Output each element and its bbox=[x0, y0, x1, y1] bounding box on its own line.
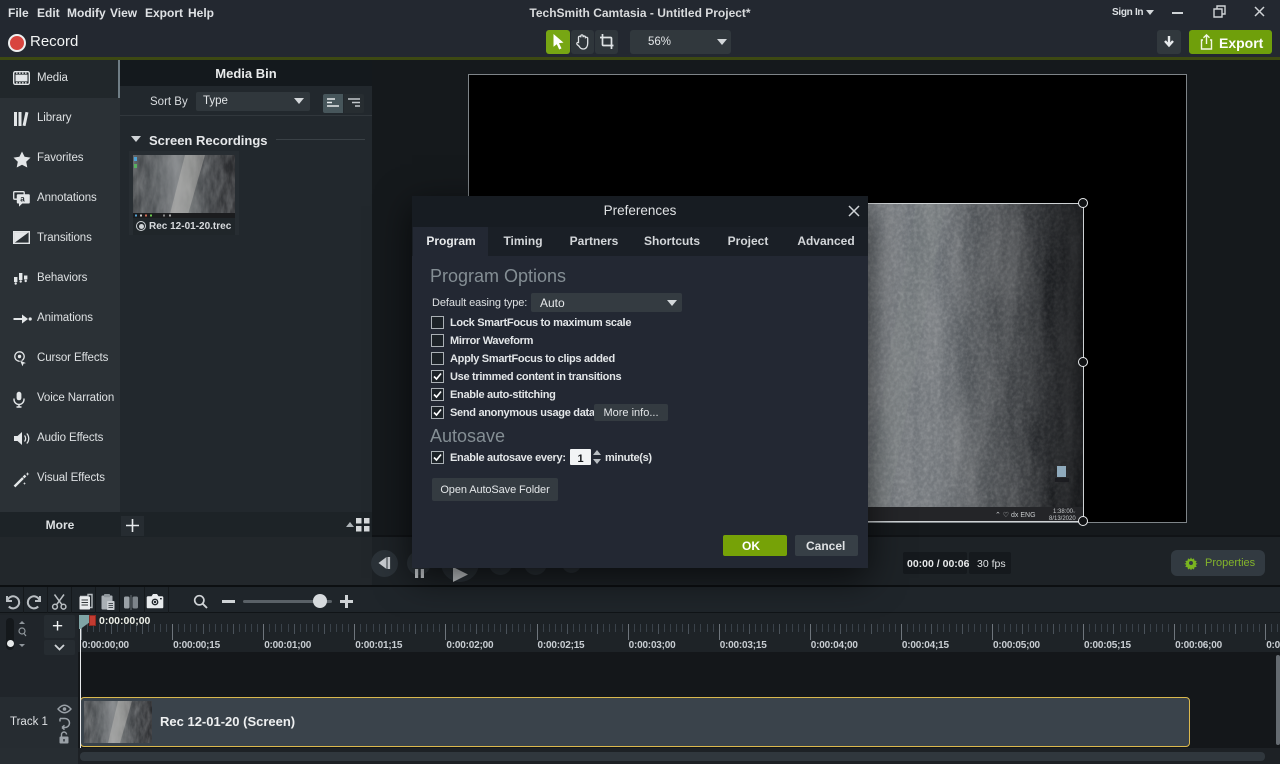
svg-text:⌃ ♡ dx ENG: ⌃ ♡ dx ENG bbox=[995, 511, 1036, 519]
svg-text:a: a bbox=[20, 195, 25, 204]
svg-text:1:38:00: 1:38:00 bbox=[1053, 509, 1074, 515]
